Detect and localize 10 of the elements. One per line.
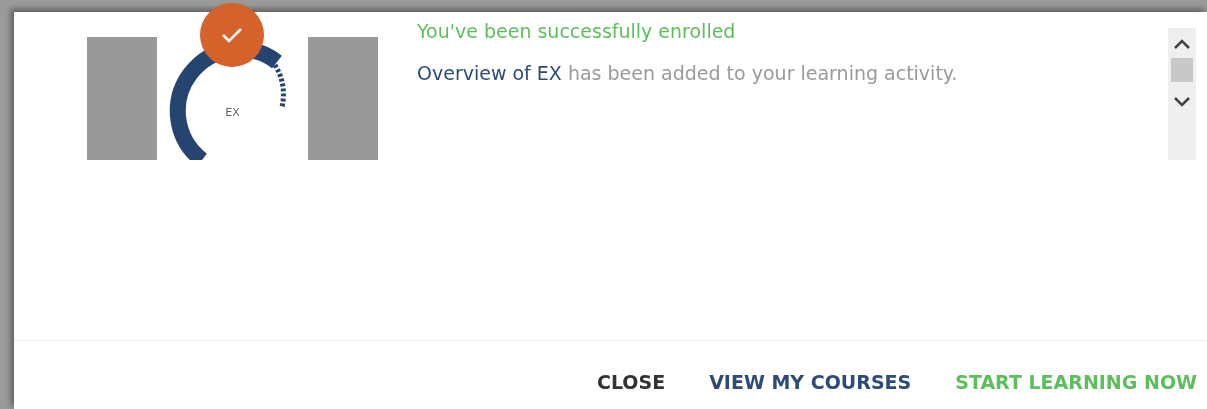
success-heading: You've been successfully enrolled — [417, 20, 737, 42]
logo-text: EX — [224, 106, 241, 119]
dialog-button[interactable]: CLOSE — [596, 371, 666, 393]
scroll-down-icon[interactable] — [1173, 96, 1191, 108]
enrollment-message: Overview of EX has been added to your learning activity. — [417, 62, 959, 84]
scroll-up-icon[interactable] — [1173, 38, 1191, 50]
scroll-thumb[interactable] — [1171, 58, 1193, 82]
scrollbar[interactable] — [1168, 28, 1196, 160]
dialog-button[interactable]: VIEW MY COURSES — [709, 371, 912, 393]
course-link[interactable]: Overview of EX — [417, 62, 562, 84]
